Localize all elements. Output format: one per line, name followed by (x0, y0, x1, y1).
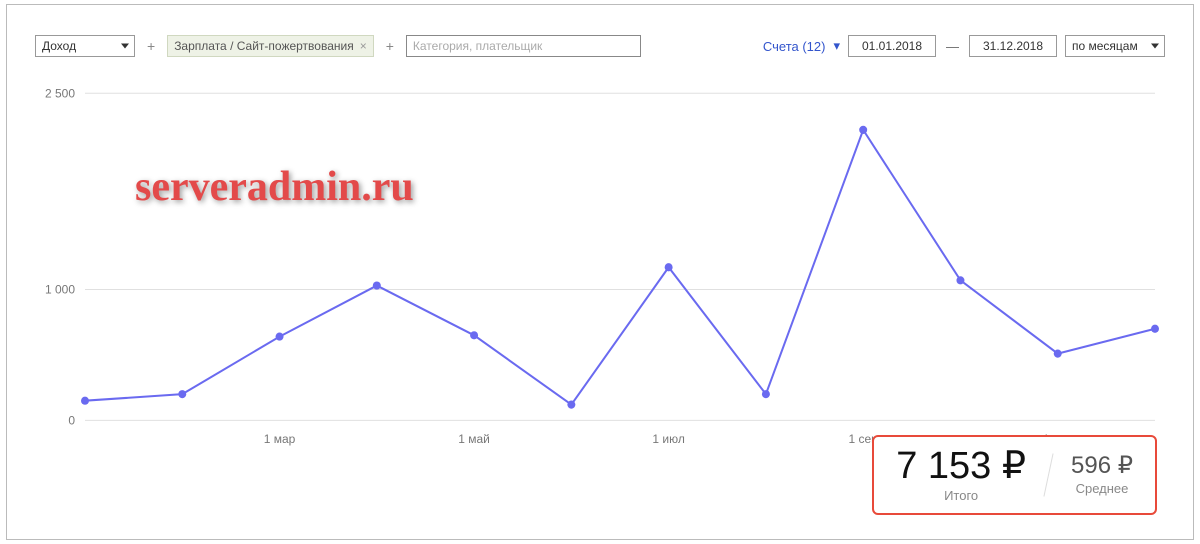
svg-text:1 мар: 1 мар (264, 432, 296, 446)
search-input[interactable]: Категория, плательщик (406, 35, 641, 57)
search-placeholder: Категория, плательщик (413, 39, 542, 53)
date-dash: — (944, 39, 961, 54)
app-frame: Доход + Зарплата / Сайт-пожертвования × … (6, 4, 1194, 540)
type-select-value: Доход (42, 39, 76, 53)
add-filter-plus-2[interactable]: + (382, 38, 398, 54)
date-from-input[interactable]: 01.01.2018 (848, 35, 936, 57)
chart-area: 01 0002 5001 мар1 май1 июл1 сен1 ноя ser… (35, 83, 1165, 451)
summary-avg-value: 596 ₽ (1071, 454, 1133, 478)
summary-average: 596 ₽ Среднее (1071, 454, 1133, 496)
summary-divider (1043, 453, 1053, 496)
close-icon[interactable]: × (360, 39, 367, 53)
date-to-input[interactable]: 31.12.2018 (969, 35, 1057, 57)
filter-right: Счета (12) ▾ 01.01.2018 — 31.12.2018 по … (763, 35, 1165, 57)
summary-total: 7 153 ₽ Итого (896, 447, 1026, 503)
accounts-link[interactable]: Счета (12) (763, 39, 826, 54)
svg-text:1 июл: 1 июл (652, 432, 684, 446)
category-tag[interactable]: Зарплата / Сайт-пожертвования × (167, 35, 374, 57)
filter-left: Доход + Зарплата / Сайт-пожертвования × … (35, 35, 641, 57)
summary-total-value: 7 153 ₽ (896, 447, 1026, 485)
svg-text:1 000: 1 000 (45, 282, 75, 296)
summary-total-label: Итого (896, 488, 1026, 503)
chart-svg: 01 0002 5001 мар1 май1 июл1 сен1 ноя (35, 83, 1165, 451)
svg-text:1 май: 1 май (458, 432, 490, 446)
chevron-down-icon: ▾ (833, 38, 840, 54)
period-select[interactable]: по месяцам (1065, 35, 1165, 57)
category-tag-text: Зарплата / Сайт-пожертвования (174, 39, 354, 53)
svg-text:0: 0 (68, 413, 75, 427)
svg-text:2 500: 2 500 (45, 86, 75, 100)
add-filter-plus-1[interactable]: + (143, 38, 159, 54)
type-select[interactable]: Доход (35, 35, 135, 57)
period-select-value: по месяцам (1072, 39, 1138, 53)
summary-avg-label: Среднее (1071, 481, 1133, 496)
filter-bar: Доход + Зарплата / Сайт-пожертвования × … (35, 33, 1165, 59)
summary-box: 7 153 ₽ Итого 596 ₽ Среднее (872, 435, 1157, 515)
